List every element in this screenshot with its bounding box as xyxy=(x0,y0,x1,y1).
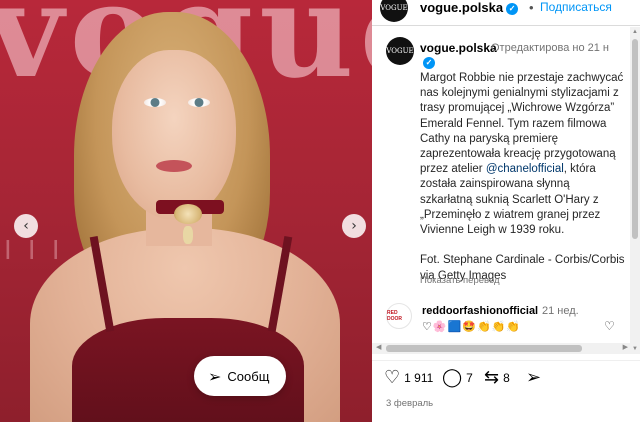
repost-icon: ⇆ xyxy=(484,367,500,388)
scrollbar-thumb[interactable] xyxy=(632,39,638,239)
comment-avatar[interactable]: RED DOOR xyxy=(386,303,412,329)
comment-username[interactable]: reddoorfashionofficial xyxy=(422,305,538,317)
repost-button[interactable]: ⇆ 8 xyxy=(484,369,510,387)
send-icon: ➢ xyxy=(208,366,222,386)
edited-label: Отредактирова но xyxy=(491,42,585,54)
caption-text-part1: Margot Robbie nie przestaje zachwycać na… xyxy=(420,72,624,176)
comment-text: ♡🌸🟦🤩👏👏👏 xyxy=(422,320,522,333)
caption-text: Margot Robbie nie przestaje zachwycać na… xyxy=(420,71,625,284)
avatar-logo-text: VOGUE xyxy=(380,4,408,12)
caption-username[interactable]: vogue.polska✓ xyxy=(420,41,497,69)
heart-icon: ♡ xyxy=(384,367,401,388)
carousel-next-button[interactable]: › xyxy=(342,214,366,238)
chevron-right-icon: › xyxy=(351,218,357,234)
photo-face xyxy=(112,50,236,220)
comment-icon: ◯ xyxy=(442,367,463,388)
caption-avatar-logo-text: VOGUE xyxy=(386,47,414,55)
like-button[interactable]: ♡ 1 911 xyxy=(384,369,433,387)
scroll-right-icon[interactable]: ▶ xyxy=(623,343,628,351)
heart-icon[interactable]: ♡ xyxy=(604,319,615,333)
show-translation-button[interactable]: Показать перевод xyxy=(420,275,500,286)
comment-button[interactable]: ◯ 7 xyxy=(442,369,473,387)
like-count: 1 911 xyxy=(404,371,434,385)
photo-lips xyxy=(156,160,192,172)
header-username-text[interactable]: vogue.polska xyxy=(420,0,503,15)
avatar[interactable]: VOGUE xyxy=(380,0,408,22)
hscrollbar-thumb[interactable] xyxy=(386,345,582,352)
send-button[interactable]: ➢ xyxy=(526,369,545,387)
post-photo[interactable]: vogue I I I ‹ › xyxy=(0,0,372,422)
comment-time: 21 нед. xyxy=(542,305,579,317)
horizontal-scrollbar[interactable]: ◀ ▶ xyxy=(372,343,630,354)
follow-button[interactable]: Подписаться xyxy=(540,0,612,14)
chevron-left-icon: ‹ xyxy=(23,218,29,234)
header-username[interactable]: vogue.polska ✓ xyxy=(420,0,519,15)
photo-eye-right xyxy=(188,98,210,107)
photo-brooch xyxy=(174,204,202,224)
photo-eye-left xyxy=(144,98,166,107)
comments-scroll-area[interactable]: VOGUE vogue.polska✓ Отредактирова но 21 … xyxy=(372,27,628,354)
send-icon: ➢ xyxy=(526,367,542,388)
scroll-left-icon[interactable]: ◀ xyxy=(376,343,381,351)
post-header: VOGUE vogue.polska ✓ • Подписаться xyxy=(372,0,640,26)
caption-text-part2: , która została zainspirowana słynną szk… xyxy=(420,163,625,282)
caption-meta: Отредактирова но 21 н xyxy=(491,41,619,55)
caption-avatar[interactable]: VOGUE xyxy=(386,37,414,65)
verified-icon: ✓ xyxy=(423,56,435,69)
verified-icon: ✓ xyxy=(506,2,519,15)
post-side-panel: VOGUE vogue.polska ✓ • Подписаться VOGUE … xyxy=(372,0,640,422)
carousel-prev-button[interactable]: ‹ xyxy=(14,214,38,238)
comment-avatar-text: RED DOOR xyxy=(387,310,402,322)
vertical-scrollbar[interactable]: ▲ ▼ xyxy=(630,27,640,354)
mention-link[interactable]: @chanelofficial xyxy=(486,163,564,175)
post-date: 3 февраль xyxy=(386,398,434,409)
share-label: Сообщ xyxy=(227,368,270,384)
caption-time[interactable]: 21 н xyxy=(588,42,609,54)
backdrop-small-text: I I I xyxy=(4,236,64,266)
separator-bullet: • xyxy=(529,0,534,15)
comment-count: 7 xyxy=(466,371,473,385)
scroll-up-icon[interactable]: ▲ xyxy=(632,29,638,35)
caption-username-text[interactable]: vogue.polska xyxy=(420,41,497,55)
scroll-down-icon[interactable]: ▼ xyxy=(632,346,638,352)
post-actions: ♡ 1 911 ◯ 7 ⇆ 8 ➢ xyxy=(372,360,640,396)
share-message-button[interactable]: ➢ Сообщ xyxy=(194,356,286,396)
repost-count: 8 xyxy=(503,371,510,385)
photo-pendant xyxy=(183,226,193,244)
